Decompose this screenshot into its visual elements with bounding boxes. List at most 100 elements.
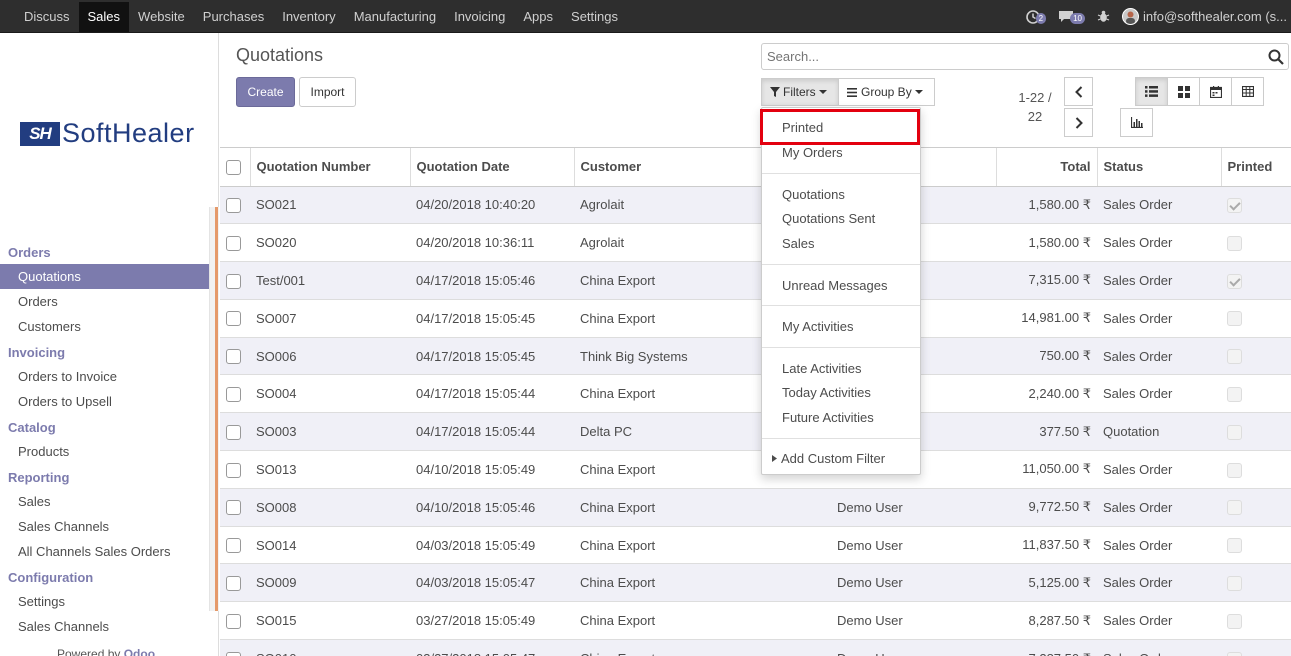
- table-row[interactable]: SO02104/20/2018 10:40:20Agrolaiter.com1,…: [220, 185, 1291, 224]
- search-input[interactable]: [762, 44, 1252, 69]
- sidebar-scrollbar[interactable]: [209, 207, 219, 611]
- app-menu-item[interactable]: Invoicing: [445, 2, 514, 32]
- user-menu[interactable]: info@softhealer.com (s...: [1143, 9, 1291, 24]
- app-menu-item[interactable]: Apps: [514, 2, 562, 32]
- row-checkbox[interactable]: [226, 197, 241, 213]
- app-menu-item[interactable]: Sales: [78, 2, 130, 32]
- sidebar-item[interactable]: Orders: [0, 289, 209, 314]
- sidebar-item[interactable]: Sales Channels: [0, 614, 209, 639]
- select-all-checkbox[interactable]: [226, 159, 241, 175]
- app-menu-item[interactable]: Inventory: [273, 2, 344, 32]
- column-header[interactable]: Quotation Number: [250, 148, 411, 187]
- table-row[interactable]: SO009 04/03/2018 15:05:47 China Export Demo…: [220, 563, 1291, 602]
- user-avatar[interactable]: [1122, 8, 1140, 25]
- table-row[interactable]: SO006 04/17/2018 15:05:45 Think Big System…: [220, 336, 1291, 375]
- sidebar-item[interactable]: Products: [0, 439, 209, 464]
- sidebar-group-title[interactable]: Orders: [0, 242, 209, 264]
- graph-view-button[interactable]: [1120, 108, 1153, 137]
- calendar-view-button[interactable]: [1199, 77, 1232, 106]
- row-checkbox[interactable]: [226, 538, 241, 554]
- kanban-view-button[interactable]: [1167, 77, 1200, 106]
- table-row[interactable]: SO01003/27/2018 15:05:47China ExportDemo…: [220, 639, 1291, 656]
- table-row[interactable]: Test/001 04/17/2018 15:05:46 China Export 7…: [220, 261, 1291, 300]
- sidebar-item[interactable]: Orders to Upsell: [0, 389, 209, 414]
- filter-late-activities[interactable]: Late Activities: [782, 361, 862, 376]
- row-checkbox[interactable]: [226, 349, 241, 365]
- cell-salesperson: Demo User: [831, 525, 996, 564]
- groupby-button[interactable]: Group By: [838, 78, 935, 106]
- row-checkbox[interactable]: [226, 613, 241, 629]
- filter-quotations[interactable]: Quotations: [782, 187, 845, 202]
- app-menu-item[interactable]: Discuss: [15, 2, 79, 32]
- pager-value[interactable]: 1-22 / 22: [1010, 88, 1060, 126]
- row-checkbox[interactable]: [226, 311, 241, 327]
- pivot-view-button[interactable]: [1231, 77, 1264, 106]
- row-checkbox[interactable]: [226, 575, 241, 591]
- bug-icon[interactable]: [1097, 10, 1110, 23]
- table-row[interactable]: SO00304/17/2018 15:05:44Delta PCer.com37…: [220, 412, 1291, 451]
- filter-quotations-sent[interactable]: Quotations Sent: [782, 211, 875, 226]
- cell-date: 04/10/2018 15:05:49: [410, 450, 574, 489]
- filter-my-orders[interactable]: My Orders: [782, 145, 843, 160]
- row-checkbox[interactable]: [226, 386, 241, 402]
- row-checkbox[interactable]: [226, 273, 241, 289]
- cell-salesperson: Demo User: [831, 639, 996, 656]
- sidebar-item[interactable]: Sales: [0, 489, 209, 514]
- app-menu-item[interactable]: Manufacturing: [345, 2, 445, 32]
- sidebar-item[interactable]: All Channels Sales Orders: [0, 539, 209, 564]
- sidebar-item[interactable]: Quotations: [0, 264, 209, 289]
- import-button[interactable]: Import: [299, 77, 356, 107]
- sidebar-scroll-thumb[interactable]: [215, 207, 218, 611]
- list-view-button[interactable]: [1135, 77, 1168, 106]
- app-menu-item[interactable]: Settings: [562, 2, 627, 32]
- printed-checkbox: [1227, 651, 1242, 656]
- sidebar-group-title[interactable]: Configuration: [0, 567, 209, 589]
- column-header[interactable]: Printed: [1221, 148, 1291, 187]
- table-row[interactable]: SO014 04/03/2018 15:05:49 China Export Demo…: [220, 525, 1291, 564]
- table-row[interactable]: SO015 03/27/2018 15:05:49 China Export Demo…: [220, 601, 1291, 640]
- messages-icon[interactable]: 10: [1058, 9, 1086, 24]
- search-icon[interactable]: [1268, 49, 1284, 68]
- printed-checkbox: [1227, 197, 1242, 213]
- column-header[interactable]: Status: [1097, 148, 1222, 187]
- filter-future-activities[interactable]: Future Activities: [782, 410, 874, 425]
- sidebar-item[interactable]: Settings: [0, 589, 209, 614]
- printed-checkbox: [1227, 311, 1242, 327]
- row-checkbox[interactable]: [226, 462, 241, 478]
- filter-unread-messages[interactable]: Unread Messages: [782, 278, 888, 293]
- cell-number: SO020: [250, 223, 410, 262]
- column-header[interactable]: Quotation Date: [410, 148, 575, 187]
- row-checkbox[interactable]: [226, 235, 241, 251]
- table-row[interactable]: SO008 04/10/2018 15:05:46 China Export Demo…: [220, 487, 1291, 527]
- pager-next-button[interactable]: [1064, 108, 1093, 137]
- table-row[interactable]: SO02004/20/2018 10:36:11Agrolaiter.com1,…: [220, 223, 1291, 262]
- sidebar-group-title[interactable]: Invoicing: [0, 342, 209, 364]
- add-custom-filter[interactable]: Add Custom Filter: [772, 451, 885, 466]
- pager-previous-button[interactable]: [1064, 77, 1093, 106]
- row-checkbox[interactable]: [226, 424, 241, 440]
- table-row[interactable]: SO00704/17/2018 15:05:45China Exporter.c…: [220, 298, 1291, 338]
- row-checkbox[interactable]: [226, 651, 241, 656]
- app-menu-item[interactable]: Website: [129, 2, 194, 32]
- filters-button[interactable]: Filters: [761, 78, 839, 106]
- sidebar-item[interactable]: Orders to Invoice: [0, 364, 209, 389]
- powered-by-link[interactable]: Odoo: [124, 647, 155, 656]
- top-navbar: Discuss Sales Website Purchases Inventory Man…: [0, 0, 1291, 33]
- table-row[interactable]: SO013 04/10/2018 15:05:49 China Export 11,0…: [220, 450, 1291, 489]
- column-header[interactable]: Total: [996, 148, 1098, 187]
- cell-status: Sales Order: [1097, 563, 1221, 602]
- logo-text: SoftHealer: [62, 118, 195, 148]
- app-menu-item[interactable]: Purchases: [194, 2, 273, 32]
- filter-my-activities[interactable]: My Activities: [782, 319, 854, 334]
- list-icon: [847, 87, 857, 97]
- sidebar-group-title[interactable]: Catalog: [0, 417, 209, 439]
- activity-icon[interactable]: 2: [1025, 9, 1047, 24]
- filter-today-activities[interactable]: Today Activities: [782, 385, 871, 400]
- sidebar-group-title[interactable]: Reporting: [0, 467, 209, 489]
- row-checkbox[interactable]: [226, 500, 241, 516]
- sidebar-item[interactable]: Customers: [0, 314, 209, 339]
- filter-sales[interactable]: Sales: [782, 236, 815, 251]
- create-button[interactable]: Create: [236, 77, 295, 107]
- table-row[interactable]: SO00404/17/2018 15:05:44China Exporter.c…: [220, 374, 1291, 413]
- sidebar-item[interactable]: Sales Channels: [0, 514, 209, 539]
